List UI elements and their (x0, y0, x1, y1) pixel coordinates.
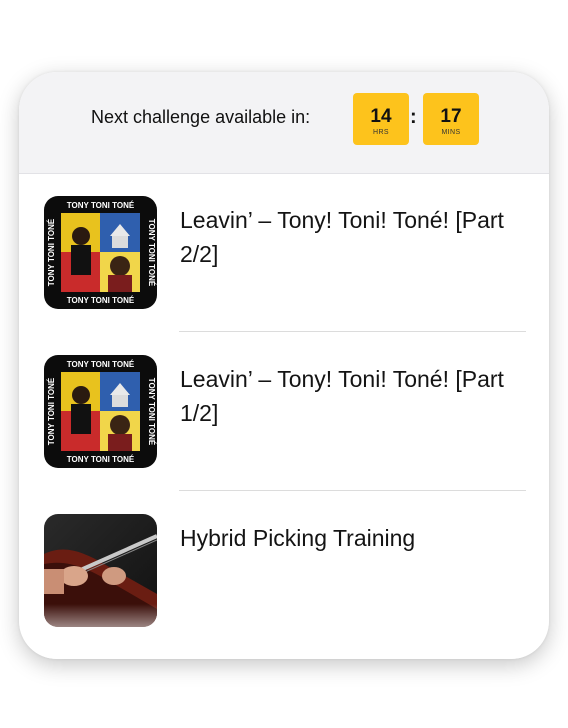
lesson-title[interactable]: Leavin’ – Tony! Toni! Toné! [Part 2/2] (180, 203, 510, 271)
lessons-card: Next challenge available in: 14 HRS : 17… (19, 72, 549, 659)
minutes-value: 17 (440, 106, 462, 127)
divider (179, 331, 526, 332)
svg-text:TONY TONI TONÉ: TONY TONI TONÉ (47, 377, 56, 445)
lesson-item[interactable]: TONY TONI TONÉ TONY TONI TONÉ TONY TONI … (19, 174, 549, 332)
timer-separator: : (410, 106, 417, 128)
album-art-thumbnail[interactable]: TONY TONI TONÉ TONY TONI TONÉ TONY TONI … (44, 355, 157, 468)
lesson-item[interactable]: TONY TONI TONÉ TONY TONI TONÉ TONY TONI … (19, 333, 549, 491)
divider (179, 490, 526, 491)
minutes-box: 17 MINS (423, 93, 479, 145)
hours-box: 14 HRS (353, 93, 409, 145)
hours-value: 14 (370, 106, 392, 127)
bottom-fade (19, 604, 549, 659)
album-art-text: TONY TONI TONÉ (67, 201, 135, 210)
challenge-label: Next challenge available in: (91, 107, 311, 127)
album-art-thumbnail[interactable]: TONY TONI TONÉ TONY TONI TONÉ TONY TONI … (44, 196, 157, 309)
svg-text:TONY TONI TONÉ: TONY TONI TONÉ (67, 455, 135, 464)
lesson-title[interactable]: Leavin’ – Tony! Toni! Toné! [Part 1/2] (180, 362, 510, 430)
album-art-text: TONY TONI TONÉ (67, 360, 135, 369)
challenge-timer-header: Next challenge available in: 14 HRS : 17… (19, 72, 549, 174)
svg-text:TONY TONI TONÉ: TONY TONI TONÉ (147, 378, 156, 446)
svg-text:TONY TONI TONÉ: TONY TONI TONÉ (47, 218, 56, 286)
svg-text:TONY TONI TONÉ: TONY TONI TONÉ (147, 219, 156, 287)
minutes-unit: MINS (441, 129, 461, 136)
lesson-title[interactable]: Hybrid Picking Training (180, 521, 510, 555)
hours-unit: HRS (373, 129, 389, 136)
svg-text:TONY TONI TONÉ: TONY TONI TONÉ (67, 296, 135, 305)
